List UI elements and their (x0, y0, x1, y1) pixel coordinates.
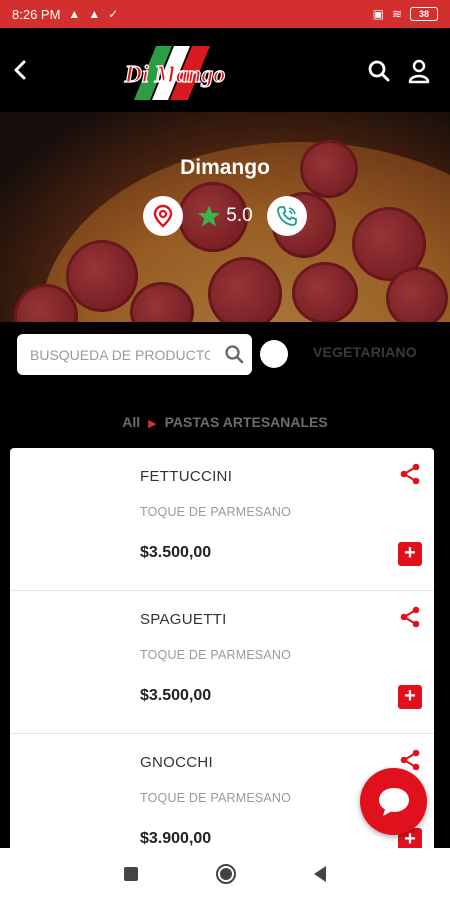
battery-level: 38 (418, 9, 429, 19)
home-icon[interactable] (216, 864, 236, 884)
location-button[interactable] (143, 196, 184, 236)
chevron-left-icon[interactable] (8, 56, 32, 84)
add-to-cart-button[interactable]: + (398, 542, 422, 566)
chat-icon (378, 787, 409, 816)
wifi-icon: ≋ (391, 7, 402, 21)
search-icon[interactable] (366, 58, 392, 84)
caret-right-icon: ▶ (148, 418, 157, 430)
share-icon[interactable] (398, 462, 422, 486)
star-icon (198, 205, 221, 227)
store-name: Dimango (180, 156, 270, 179)
user-icon[interactable] (406, 58, 432, 84)
phone-icon (276, 206, 297, 226)
search-icon[interactable] (224, 344, 244, 364)
warning-icon: ▲ (68, 7, 81, 21)
share-icon[interactable] (398, 605, 422, 629)
warning-icon: ▲ (88, 7, 101, 21)
system-nav-bar (0, 848, 450, 900)
map-pin-icon (154, 204, 173, 228)
search-filter-bar: VEGETARIANO (0, 322, 450, 392)
product-price: $3.500,00 (140, 687, 212, 704)
product-price: $3.500,00 (140, 544, 212, 561)
product-description: TOQUE DE PARMESANO (140, 648, 292, 662)
product-name: SPAGUETTI (140, 611, 227, 628)
product-card[interactable]: FETTUCCINI TOQUE DE PARMESANO $3.500,00 … (10, 448, 434, 591)
search-input[interactable] (30, 346, 210, 363)
breadcrumb-root[interactable]: All (122, 414, 140, 430)
product-description: TOQUE DE PARMESANO (140, 505, 292, 519)
product-name: GNOCCHI (140, 754, 213, 771)
vegetarian-label[interactable]: VEGETARIANO (313, 344, 417, 360)
product-card[interactable]: SPAGUETTI TOQUE DE PARMESANO $3.500,00 + (10, 591, 434, 734)
breadcrumb-current: PASTAS ARTESANALES (164, 414, 328, 430)
logo-wordmark: Di Mango (124, 62, 226, 88)
recents-icon[interactable] (124, 867, 138, 881)
product-description: TOQUE DE PARMESANO (140, 791, 292, 805)
status-bar: 8:26 PM ▲ ▲ ✓ ▣ ≋ 38 (0, 0, 450, 28)
back-icon[interactable] (314, 866, 326, 882)
product-name: FETTUCCINI (140, 468, 233, 485)
breadcrumb: All ▶ PASTAS ARTESANALES (0, 414, 450, 430)
download-done-icon: ✓ (108, 7, 119, 21)
add-to-cart-button[interactable]: + (398, 685, 422, 709)
store-hero-banner: Dimango 5.0 (0, 112, 450, 322)
status-time: 8:26 PM (12, 6, 61, 22)
rating-value: 5.0 (226, 205, 253, 226)
app-screen: 8:26 PM ▲ ▲ ✓ ▣ ≋ 38 Di Mango Dimango 5.… (0, 0, 450, 900)
dimango-logo: Di Mango (112, 42, 238, 104)
chat-button[interactable] (360, 768, 427, 835)
product-search (17, 334, 252, 375)
call-button[interactable] (266, 196, 307, 236)
battery-icon: 38 (410, 7, 438, 21)
sim-icon: ▣ (372, 7, 384, 21)
vegetarian-toggle[interactable] (260, 340, 288, 368)
store-actions: 5.0 (0, 196, 450, 236)
app-header: Di Mango (0, 28, 450, 112)
product-price: $3.900,00 (140, 830, 212, 847)
store-rating: 5.0 (197, 204, 253, 228)
